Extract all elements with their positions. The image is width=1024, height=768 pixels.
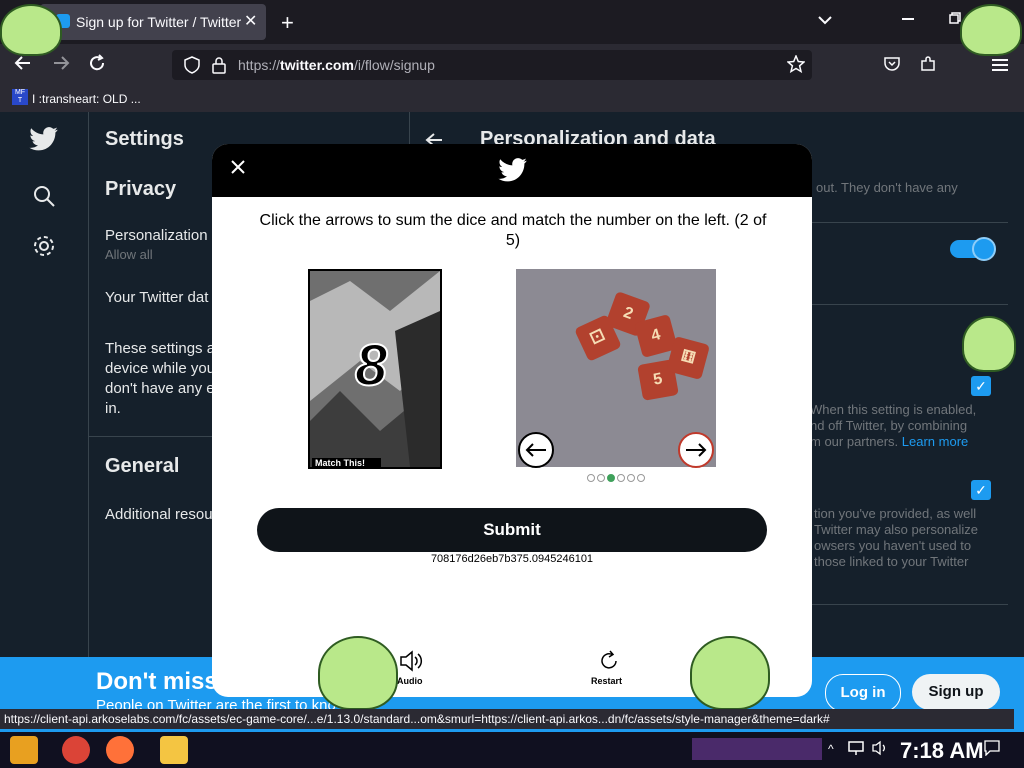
divider <box>812 604 1008 605</box>
general-heading: General <box>105 455 180 477</box>
notification-icon[interactable] <box>984 740 1000 761</box>
taskbar-preview <box>692 738 822 760</box>
reload-icon[interactable] <box>88 54 106 77</box>
tab-title: Sign up for Twitter / Twitter <box>76 14 242 30</box>
target-caption: Match This! <box>312 458 381 469</box>
file-explorer-icon[interactable] <box>160 736 188 764</box>
character-sticker <box>318 636 398 710</box>
bookmarks-toolbar <box>0 86 1024 112</box>
status-bar: https://client-api.arkoselabs.com/fc/ass… <box>0 709 1014 729</box>
privacy-heading: Privacy <box>105 178 177 200</box>
twitter-bird-icon <box>498 157 528 188</box>
left-arrow-icon[interactable] <box>518 432 554 468</box>
gear-icon[interactable] <box>32 234 56 263</box>
signup-button[interactable]: Sign up <box>912 674 1000 710</box>
checkbox[interactable]: ✓ <box>971 376 991 396</box>
search-icon[interactable] <box>32 184 56 213</box>
minimize-window-icon[interactable] <box>902 12 914 28</box>
restart-label[interactable]: Restart <box>591 676 622 686</box>
divider <box>812 222 1008 223</box>
progress-dot <box>607 474 615 482</box>
your-data-item[interactable]: Your Twitter dat <box>105 289 208 306</box>
new-tab-button[interactable]: + <box>281 10 294 36</box>
detail-paragraph: tion you've provided, as well Twitter ma… <box>814 506 979 569</box>
captcha-instruction: Click the arrows to sum the dice and mat… <box>259 212 767 249</box>
session-id: 708176d26eb7b375.0945246101 <box>430 553 594 565</box>
character-sticker <box>962 316 1016 372</box>
forward-icon[interactable] <box>52 54 70 77</box>
chrome-icon[interactable] <box>62 736 90 764</box>
progress-dot <box>587 474 595 482</box>
restart-icon[interactable] <box>598 650 620 677</box>
character-sticker <box>690 636 770 710</box>
detail-text: out. They don't have any <box>816 180 958 195</box>
tab-close-button[interactable]: ✕ <box>244 11 257 31</box>
target-number: 8 <box>354 332 388 399</box>
back-icon[interactable] <box>14 54 32 77</box>
firefox-icon[interactable] <box>106 736 134 764</box>
shield-icon[interactable] <box>184 56 200 79</box>
progress-dot <box>617 474 625 482</box>
progress-dot <box>627 474 635 482</box>
progress-dot <box>637 474 645 482</box>
bookmark-item[interactable]: I :transheart: OLD ... <box>32 92 141 106</box>
list-all-tabs-chevron-icon[interactable] <box>818 12 832 28</box>
additional-resources-item[interactable]: Additional resou <box>105 506 213 523</box>
login-button[interactable]: Log in <box>825 674 901 712</box>
character-sticker <box>0 4 62 56</box>
settings-description: These settings a device while you don't … <box>105 340 216 417</box>
personalization-item[interactable]: Personalization <box>105 227 208 244</box>
toggle-knob[interactable] <box>972 237 996 261</box>
detail-paragraph: When this setting is enabled, nd off Twi… <box>810 402 977 449</box>
checkbox[interactable]: ✓ <box>971 480 991 500</box>
taskbar <box>0 732 1024 768</box>
extensions-icon[interactable] <box>920 56 936 77</box>
bookmark-favicon-icon: MF T <box>12 89 28 105</box>
progress-dots <box>586 474 646 484</box>
url-text[interactable]: https://twitter.com/i/flow/signup <box>238 57 435 73</box>
progress-dot <box>597 474 605 482</box>
personalization-sub: Allow all <box>105 247 153 262</box>
learn-more-link[interactable]: Learn more <box>902 434 968 449</box>
tray-chevron-icon[interactable]: ^ <box>828 742 834 756</box>
menu-icon[interactable] <box>992 58 1008 76</box>
audio-icon[interactable] <box>399 650 423 677</box>
volume-icon[interactable] <box>872 740 888 761</box>
clock[interactable]: 7:18 AM <box>900 738 984 764</box>
banner-title: Don't miss <box>96 668 218 695</box>
star-icon[interactable] <box>786 54 806 78</box>
restore-window-icon[interactable] <box>949 12 961 27</box>
right-arrow-icon[interactable] <box>678 432 714 468</box>
start-menu-icon[interactable] <box>10 736 38 764</box>
settings-title: Settings <box>105 128 184 150</box>
character-sticker <box>960 4 1022 56</box>
pocket-icon[interactable] <box>884 56 900 77</box>
close-icon[interactable] <box>229 156 247 182</box>
divider <box>812 304 1008 305</box>
lock-icon[interactable] <box>212 56 226 79</box>
twitter-bird-icon[interactable] <box>29 126 59 157</box>
audio-label[interactable]: Audio <box>397 676 423 686</box>
network-icon[interactable] <box>848 740 864 761</box>
submit-button[interactable]: Submit <box>257 508 767 552</box>
